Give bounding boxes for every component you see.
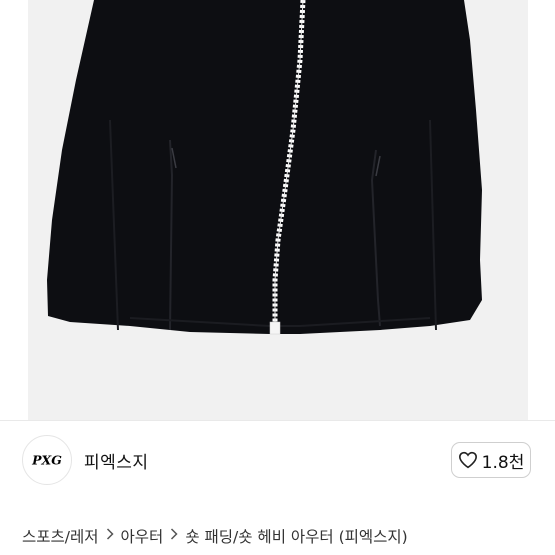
like-button[interactable]: 1.8천: [451, 442, 531, 478]
heart-outline-icon: [458, 451, 477, 469]
breadcrumb-item-outer[interactable]: 아우터: [121, 525, 164, 547]
seller-name[interactable]: 피엑스지: [84, 448, 149, 473]
seller-avatar[interactable]: PXG: [22, 435, 72, 485]
product-image[interactable]: [0, 0, 555, 420]
svg-text:PXG: PXG: [31, 453, 62, 468]
seller-row[interactable]: PXG 피엑스지 1.8천: [0, 421, 555, 499]
pxg-logo-icon: PXG: [31, 453, 62, 468]
breadcrumb: 스포츠/레저 아우터 숏 패딩/숏 헤비 아우터 (피엑스지): [22, 524, 408, 548]
chevron-right-icon: [170, 528, 178, 544]
jacket-illustration: [47, 0, 482, 335]
breadcrumb-item-short-padding[interactable]: 숏 패딩/숏 헤비 아우터 (피엑스지): [185, 525, 407, 547]
chevron-right-icon: [106, 528, 114, 544]
breadcrumb-item-sports[interactable]: 스포츠/레저: [22, 525, 99, 547]
like-count: 1.8천: [481, 452, 525, 473]
